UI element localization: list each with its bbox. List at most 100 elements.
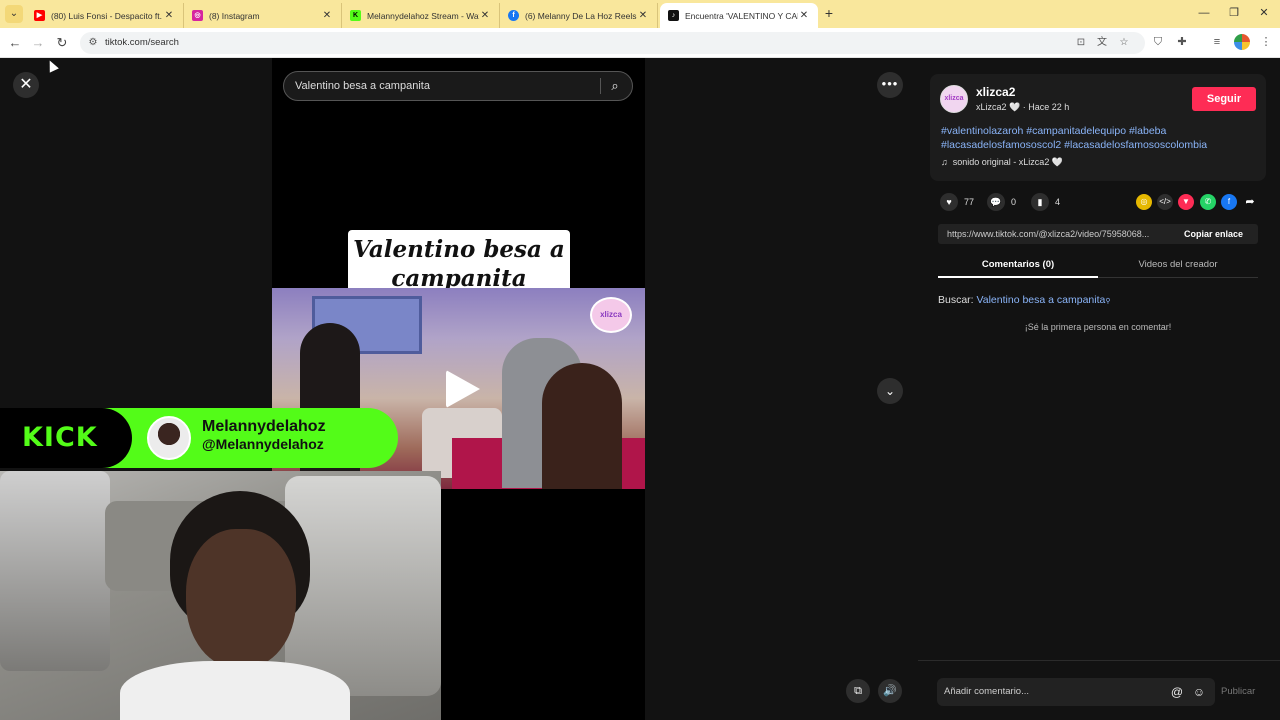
comment-stat[interactable]: 💬 0	[987, 193, 1016, 211]
copy-link-button[interactable]: Copiar enlace	[1184, 224, 1243, 244]
browser-tab-bar: ⌄ ▶ (80) Luis Fonsi - Despacito ft. D ✕ …	[0, 0, 1280, 28]
chevron-down-icon[interactable]: ⌄	[877, 378, 903, 404]
forward-icon[interactable]: →	[28, 33, 48, 53]
install-app-icon[interactable]: ⊡	[1074, 36, 1088, 50]
media-controls-icon[interactable]: ≡	[1209, 34, 1225, 50]
post-hashtags[interactable]: #valentinolazaroh #campanitadelequipo #l…	[941, 124, 1261, 152]
url-text: tiktok.com/search	[105, 37, 179, 48]
publish-button[interactable]: Publicar	[1221, 678, 1255, 706]
facebook-icon: f	[508, 10, 519, 21]
related-search-link[interactable]: Valentino besa a campanita	[977, 294, 1106, 306]
post-link-text[interactable]: https://www.tiktok.com/@xlizca2/video/75…	[947, 224, 1173, 244]
tab-instagram[interactable]: ◎ (8) Instagram ✕	[184, 3, 342, 28]
search-icon[interactable]: ⌕	[607, 78, 623, 94]
youtube-icon: ▶	[34, 10, 45, 21]
play-icon[interactable]	[446, 370, 480, 408]
author-avatar[interactable]: xlizca	[940, 85, 968, 113]
close-tab-icon[interactable]: ✕	[637, 10, 649, 21]
close-tab-icon[interactable]: ✕	[798, 10, 810, 21]
tab-creator-videos[interactable]: Videos del creador	[1098, 254, 1258, 278]
author-name[interactable]: xlizca2	[976, 85, 1015, 99]
tab-label: (8) Instagram	[209, 10, 260, 21]
close-icon[interactable]: ✕	[13, 72, 39, 98]
related-search: Buscar: Valentino besa a campanita⚲	[938, 294, 1110, 306]
streamer-handle: @Melannydelahoz	[202, 436, 324, 452]
new-tab-icon[interactable]: +	[820, 5, 838, 23]
extensions-icon[interactable]: ✚	[1174, 34, 1190, 50]
follow-button[interactable]: Seguir	[1192, 87, 1256, 111]
send-icon[interactable]: ▼	[1178, 194, 1194, 210]
post-link-box: https://www.tiktok.com/@xlizca2/video/75…	[938, 224, 1258, 244]
tab-youtube[interactable]: ▶ (80) Luis Fonsi - Despacito ft. D ✕	[26, 3, 184, 28]
comment-icon[interactable]: 💬	[987, 193, 1005, 211]
post-details-panel: xlizca xlizca2 xLizca2 🤍 · Hace 22 h Seg…	[918, 58, 1280, 720]
kick-streamer-banner: KICK Melannydelahoz @Melannydelahoz	[0, 408, 398, 468]
whatsapp-icon[interactable]: ✆	[1200, 194, 1216, 210]
heart-icon[interactable]: ♥	[940, 193, 958, 211]
webcam-person-face	[186, 529, 296, 669]
comment-input[interactable]: Añadir comentario... @ ☺	[937, 678, 1215, 706]
like-stat[interactable]: ♥ 77	[940, 193, 974, 211]
tiktok-icon: ♪	[668, 10, 679, 21]
volume-icon[interactable]: 🔊	[878, 679, 902, 703]
empty-comments-text: ¡Sé la primera persona en comentar!	[1024, 322, 1172, 332]
comment-bar: Añadir comentario... @ ☺ Publicar	[918, 660, 1280, 720]
close-tab-icon[interactable]: ✕	[163, 10, 175, 21]
restore-icon[interactable]: ❐	[1218, 4, 1250, 22]
streamer-avatar	[147, 416, 191, 460]
embed-icon[interactable]: </>	[1157, 194, 1173, 210]
comment-count: 0	[1011, 197, 1017, 207]
webcam-feed	[0, 471, 441, 720]
tab-label: Melannydelahoz Stream - Watc	[367, 10, 479, 21]
save-stat[interactable]: ▮ 4	[1031, 193, 1060, 211]
music-note-icon: ♫	[941, 157, 948, 167]
tiktok-page: ✕ Valentino besa a campanita ⌕ Valentino…	[0, 58, 1280, 720]
mention-icon[interactable]: @	[1169, 683, 1185, 701]
post-sound[interactable]: ♫ sonido original - xLizca2 🤍	[941, 157, 1063, 168]
floating-player-icon[interactable]: ⧉	[846, 679, 870, 703]
tab-label: (6) Melanny De La Hoz Reels | F	[525, 10, 637, 21]
search-prefix: Buscar:	[938, 294, 974, 306]
post-info-card: xlizca xlizca2 xLizca2 🤍 · Hace 22 h Seg…	[930, 74, 1266, 181]
address-bar[interactable]: ⚙ tiktok.com/search ⊡ 文 ☆	[80, 32, 1145, 54]
webcam-chair	[0, 471, 110, 671]
sound-label: sonido original - xLizca2 🤍	[952, 157, 1064, 167]
site-info-icon[interactable]: ⚙	[86, 36, 100, 50]
close-tab-icon[interactable]: ✕	[321, 10, 333, 21]
tab-search-icon[interactable]: ⌄	[5, 5, 23, 23]
tab-kick[interactable]: K Melannydelahoz Stream - Watc ✕	[342, 3, 500, 28]
coin-icon[interactable]: ◎	[1136, 194, 1152, 210]
facebook-share-icon[interactable]: f	[1221, 194, 1237, 210]
search-input[interactable]: Valentino besa a campanita	[295, 72, 430, 100]
bookmark-icon[interactable]: ▮	[1031, 193, 1049, 211]
profile-avatar[interactable]	[1234, 34, 1250, 50]
close-tab-icon[interactable]: ✕	[479, 10, 491, 21]
tab-label: Encuentra 'VALENTINO Y CAM	[685, 10, 798, 21]
tab-comments[interactable]: Comentarios (0)	[938, 254, 1098, 278]
share-arrow-icon[interactable]: ➦	[1242, 194, 1258, 210]
minimize-icon[interactable]: —	[1188, 4, 1220, 22]
kick-logo-box: KICK	[0, 408, 132, 468]
window-close-icon[interactable]: ✕	[1248, 4, 1280, 22]
kick-icon: K	[350, 10, 361, 21]
instagram-icon: ◎	[192, 10, 203, 21]
bookmark-star-icon[interactable]: ☆	[1117, 36, 1131, 50]
search-bar[interactable]: Valentino besa a campanita ⌕	[283, 71, 633, 101]
comment-placeholder: Añadir comentario...	[944, 686, 1030, 697]
tab-tiktok[interactable]: ♪ Encuentra 'VALENTINO Y CAM ✕	[660, 3, 818, 28]
more-options-icon[interactable]: •••	[877, 72, 903, 98]
translate-icon[interactable]: 文	[1095, 36, 1109, 50]
back-icon[interactable]: ←	[5, 33, 25, 53]
emoji-icon[interactable]: ☺	[1191, 683, 1207, 701]
author-meta: xLizca2 🤍 · Hace 22 h	[976, 102, 1070, 112]
like-count: 77	[964, 197, 975, 207]
reload-icon[interactable]: ↻	[52, 33, 72, 53]
video-watermark-logo: xlizca	[590, 297, 632, 333]
menu-icon[interactable]: ⋮	[1258, 34, 1274, 50]
browser-toolbar: ← → ↻ ⚙ tiktok.com/search ⊡ 文 ☆ ⛉ ✚ ≡ ⋮	[0, 28, 1280, 58]
tab-facebook[interactable]: f (6) Melanny De La Hoz Reels | F ✕	[500, 3, 658, 28]
shield-icon[interactable]: ⛉	[1150, 34, 1166, 50]
mouse-cursor-icon	[45, 58, 59, 73]
streamer-name: Melannydelahoz	[202, 418, 326, 435]
tab-label: (80) Luis Fonsi - Despacito ft. D	[51, 10, 163, 21]
